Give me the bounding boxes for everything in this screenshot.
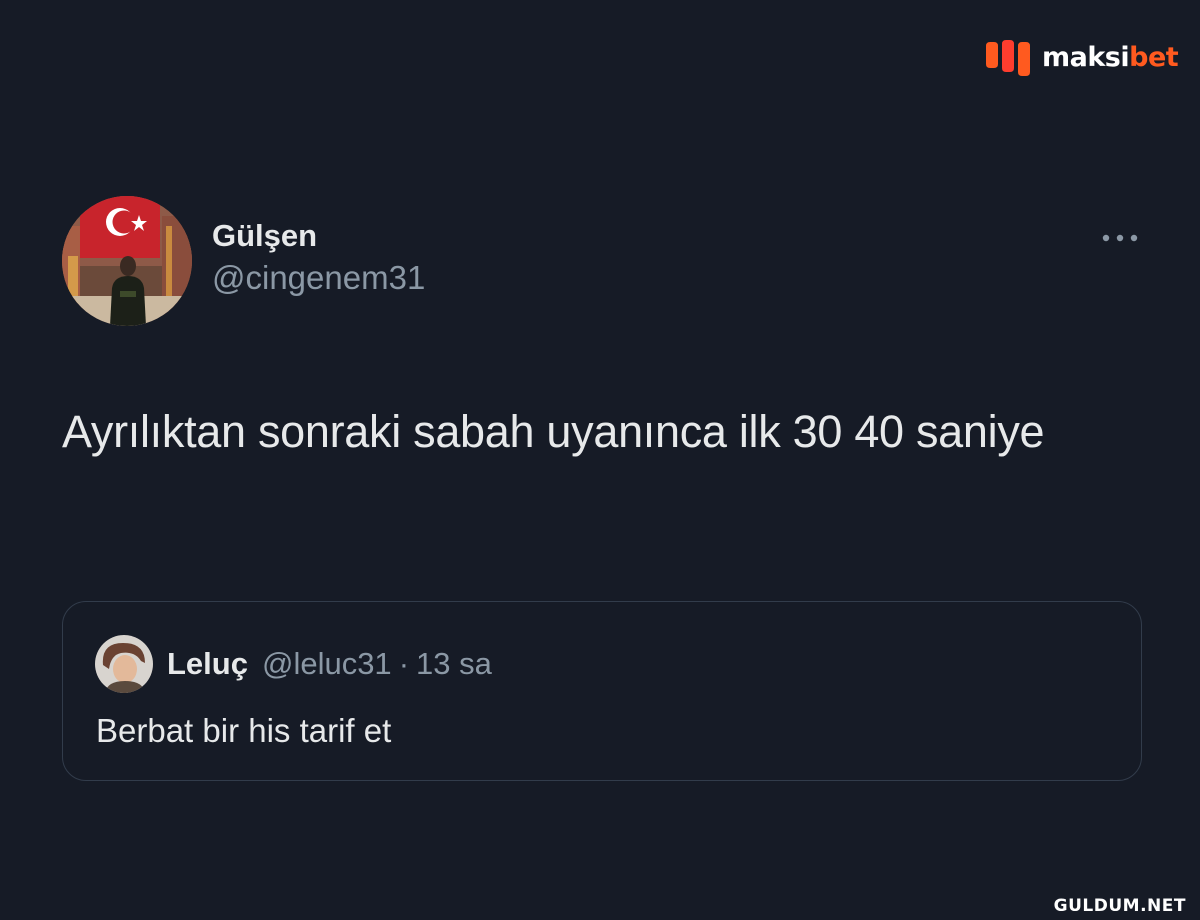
tweet-text: Ayrılıktan sonraki sabah uyanınca ilk 30… bbox=[62, 406, 1045, 457]
tweet-header: Gülşen @cingenem31 bbox=[62, 196, 1142, 326]
quoted-display-name[interactable]: Leluç bbox=[167, 646, 248, 682]
quoted-avatar[interactable] bbox=[95, 635, 153, 693]
more-options-button[interactable] bbox=[1100, 226, 1140, 250]
user-handle[interactable]: @cingenem31 bbox=[212, 256, 425, 300]
quoted-tweet-header: Leluç @leluc31 · 13 sa bbox=[95, 634, 492, 694]
quoted-timestamp[interactable]: 13 sa bbox=[416, 646, 492, 682]
maksibet-logo: maksibet bbox=[984, 38, 1179, 76]
tweet: Gülşen @cingenem31 Ayrılıktan sonraki sa… bbox=[62, 196, 1142, 474]
quoted-profile-photo-icon bbox=[95, 635, 153, 693]
quoted-user-handle[interactable]: @leluc31 bbox=[262, 646, 392, 682]
maksibet-logo-icon bbox=[986, 40, 1030, 76]
ellipsis-icon bbox=[1102, 234, 1138, 242]
separator-dot: · bbox=[398, 646, 410, 681]
quoted-tweet-text: Berbat bir his tarif et bbox=[96, 712, 392, 749]
site-watermark: GULDUM.NET bbox=[1053, 896, 1186, 916]
profile-photo-icon bbox=[62, 196, 192, 326]
quoted-tweet[interactable]: Leluç @leluc31 · 13 sa Berbat bir his ta… bbox=[62, 601, 1142, 781]
display-name[interactable]: Gülşen bbox=[212, 216, 425, 256]
user-info: Gülşen @cingenem31 bbox=[212, 216, 425, 300]
avatar[interactable] bbox=[62, 196, 192, 326]
maksibet-wordmark: maksibet bbox=[1042, 41, 1179, 73]
